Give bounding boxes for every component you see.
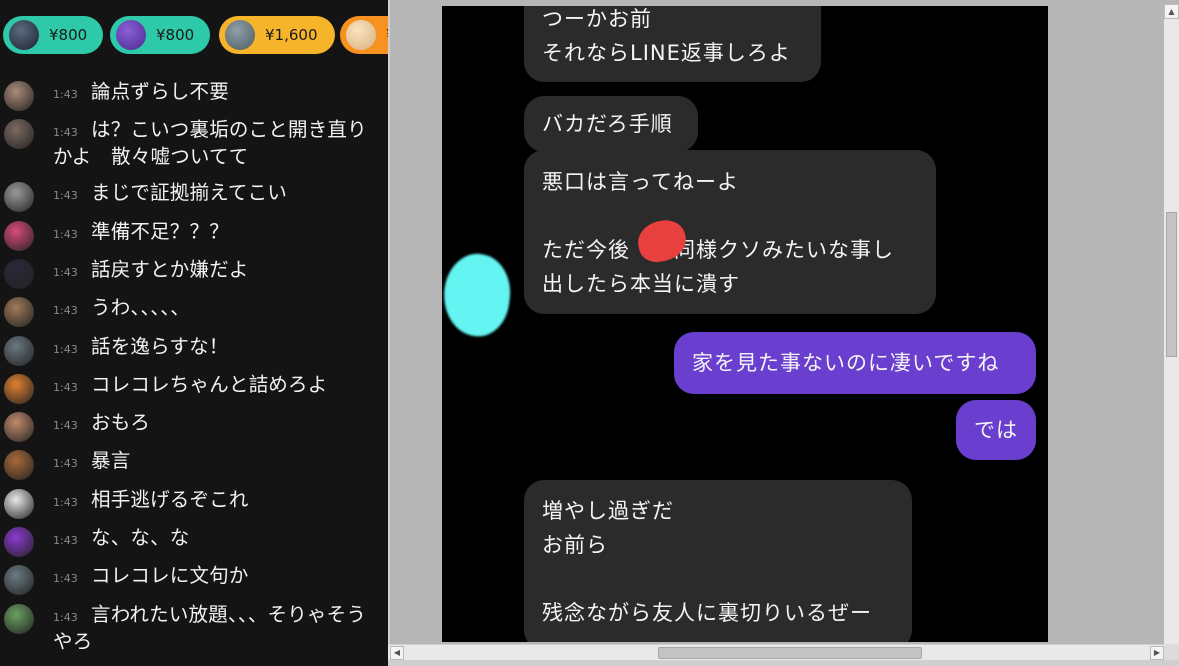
window-bottom-edge [388, 660, 1179, 666]
avatar[interactable] [4, 335, 34, 366]
message-text: 話を逸らすな！ [91, 334, 229, 358]
chat-message[interactable]: 1:43 論点ずらし不要 [0, 80, 388, 111]
avatar[interactable] [4, 258, 34, 289]
avatar [9, 20, 39, 50]
message-text: は？こいつ裏垢のこと開き直りかよ 散々嘘ついてて [53, 118, 367, 169]
chat-message[interactable]: 1:43 おもろ [0, 411, 388, 443]
avatar[interactable] [4, 565, 34, 596]
message-text: おもろ [91, 411, 151, 435]
horizontal-scrollbar[interactable]: ◀ ▶ [388, 644, 1164, 661]
message-text: 準備不足？？？ [91, 219, 229, 243]
super-chat-ticker[interactable]: ¥ [340, 16, 388, 54]
incoming-message-bubble: 悪口は言ってねーよ ただ今後 同様クソみたいな事し 出したら本当に潰す [524, 150, 936, 314]
message-text: コレコレに文句か [91, 564, 249, 588]
chat-message[interactable]: 1:43 相手逃げるぞこれ [0, 487, 388, 519]
message-text: コレコレちゃんと詰めろよ [91, 372, 328, 396]
avatar[interactable] [4, 297, 34, 328]
incoming-message-bubble: つーかお前 それならLINE返事しろよ [524, 6, 821, 82]
super-chat-ticker[interactable]: ¥800 [110, 16, 210, 54]
chat-message[interactable]: 1:43 言われたい放題、、、そりゃそうやろ [0, 603, 388, 657]
redaction-mark [442, 249, 516, 341]
avatar [116, 20, 146, 50]
chat-message[interactable]: 1:43 コレコレちゃんと詰めろよ [0, 372, 388, 404]
super-chat-ticker[interactable]: ¥1,600 [219, 16, 335, 54]
chat-message[interactable]: 1:43 は？こいつ裏垢のこと開き直りかよ 散々嘘ついてて [0, 118, 388, 172]
scroll-up-arrow-icon[interactable]: ▲ [1164, 4, 1179, 19]
outgoing-message-bubble: 家を見た事ないのに凄いですね [674, 332, 1036, 394]
super-chat-ticker-bar: ¥800 ¥800 ¥1,600 ¥ [0, 0, 388, 60]
super-chat-amount: ¥800 [156, 26, 195, 44]
live-chat-panel: ¥800 ¥800 ¥1,600 ¥ 1:43論点ずらし不要 1:43は？こいつ裏… [0, 0, 388, 666]
message-text: うわ、、、、、 [91, 296, 190, 320]
chat-message[interactable]: 1:43 コレコレに文句か [0, 564, 388, 596]
message-text: な、な、な [91, 526, 190, 549]
avatar[interactable] [4, 373, 34, 404]
avatar[interactable] [4, 488, 34, 519]
message-text: 言われたい放題、、、そりゃそうやろ [53, 602, 367, 653]
chat-message[interactable]: 1:43 まじで証拠揃えてこい [0, 181, 388, 213]
avatar[interactable] [4, 412, 34, 443]
chat-message[interactable]: 1:43 話戻すとか嫌だよ [0, 257, 388, 289]
super-chat-ticker[interactable]: ¥800 [3, 16, 103, 54]
avatar[interactable] [4, 527, 34, 557]
chat-message[interactable]: 1:43 準備不足？？？ [0, 219, 388, 251]
message-text: 暴言 [91, 449, 131, 473]
scroll-left-arrow-icon[interactable]: ◀ [390, 646, 404, 660]
outgoing-message-bubble: では [956, 400, 1036, 460]
horizontal-scroll-thumb[interactable] [658, 647, 922, 659]
incoming-message-bubble: バカだろ手順 [524, 96, 698, 152]
avatar[interactable] [4, 81, 34, 111]
vertical-scroll-thumb[interactable] [1166, 212, 1177, 357]
super-chat-amount: ¥1,600 [265, 26, 318, 44]
vertical-scrollbar[interactable]: ▲ [1164, 4, 1179, 644]
avatar[interactable] [4, 119, 34, 150]
avatar [225, 20, 255, 50]
avatar[interactable] [4, 220, 34, 251]
scroll-right-arrow-icon[interactable]: ▶ [1150, 646, 1164, 660]
message-text: 話戻すとか嫌だよ [91, 257, 249, 281]
chat-message[interactable]: 1:43 な、な、な [0, 526, 388, 557]
chat-message[interactable]: 1:43 暴言 [0, 449, 388, 481]
super-chat-amount: ¥800 [49, 26, 88, 44]
line-chat-screenshot: つーかお前 それならLINE返事しろよ バカだろ手順 悪口は言ってねーよ ただ今… [442, 6, 1048, 642]
chat-message[interactable]: 1:43 話を逸らすな！ [0, 334, 388, 366]
message-text: 相手逃げるぞこれ [91, 487, 249, 511]
incoming-message-bubble: 増やし過ぎだ お前ら 残念ながら友人に裏切りいるぜー [524, 480, 912, 642]
message-text: 論点ずらし不要 [91, 80, 229, 103]
avatar[interactable] [4, 603, 34, 634]
avatar[interactable] [4, 182, 34, 213]
avatar[interactable] [4, 450, 34, 481]
image-viewer-window: つーかお前 それならLINE返事しろよ バカだろ手順 悪口は言ってねーよ ただ今… [388, 0, 1179, 666]
avatar [346, 20, 376, 50]
chat-message[interactable]: 1:43 うわ、、、、、 [0, 296, 388, 328]
message-text: まじで証拠揃えてこい [91, 181, 288, 205]
